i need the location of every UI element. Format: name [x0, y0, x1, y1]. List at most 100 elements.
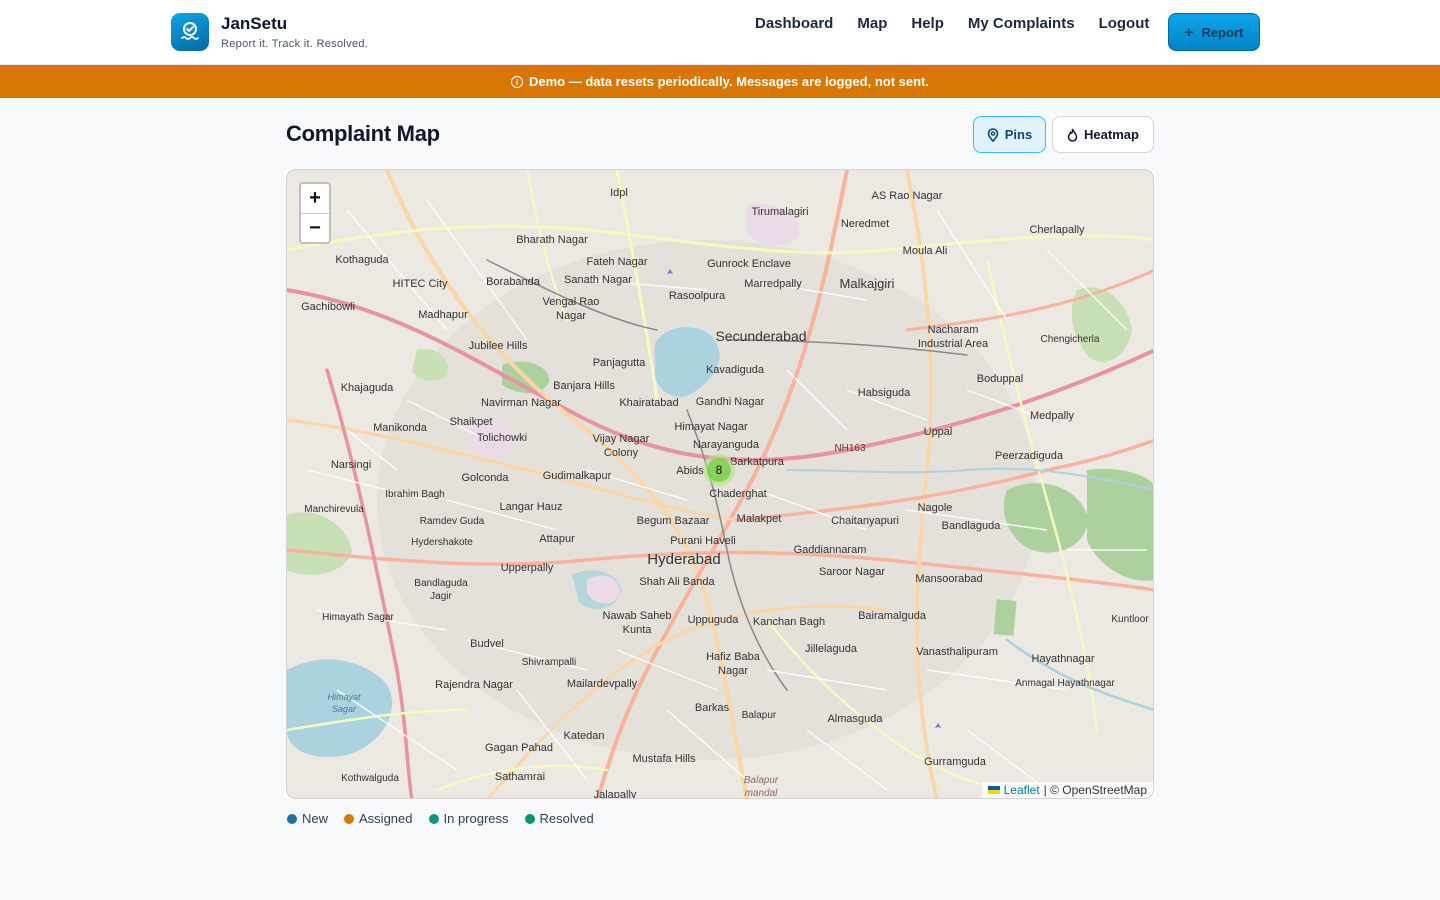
svg-text:Kuntloor: Kuntloor	[1111, 614, 1149, 625]
new-status-dot-icon	[287, 813, 297, 824]
svg-text:Khairatabad: Khairatabad	[619, 397, 678, 409]
brand-tagline: Report it. Track it. Resolved.	[221, 38, 369, 50]
svg-text:Hyderabad: Hyderabad	[647, 551, 720, 568]
svg-text:Kunta: Kunta	[623, 624, 653, 636]
info-icon: i	[511, 76, 523, 88]
svg-text:Jagir: Jagir	[430, 591, 452, 602]
svg-text:Panjagutta: Panjagutta	[593, 357, 646, 369]
svg-text:Katedan: Katedan	[564, 730, 605, 742]
svg-text:Medpally: Medpally	[1030, 410, 1075, 422]
svg-text:Bharath Nagar: Bharath Nagar	[516, 234, 588, 246]
attribution-text: | © OpenStreetMap	[1043, 783, 1147, 797]
svg-text:Uppal: Uppal	[924, 426, 953, 438]
resolved-status-dot-icon	[524, 813, 535, 824]
map-attribution: Leaflet | © OpenStreetMap	[981, 782, 1153, 798]
svg-text:Golconda: Golconda	[461, 472, 509, 484]
brand-name: JanSetu	[221, 14, 288, 33]
nav-dashboard[interactable]: Dashboard	[755, 15, 833, 33]
svg-text:Vengal Rao: Vengal Rao	[543, 296, 600, 308]
svg-text:Shaikpet: Shaikpet	[450, 416, 493, 428]
svg-text:Himayat: Himayat	[327, 692, 361, 702]
page-title: Complaint Map	[286, 121, 440, 146]
svg-text:Ibrahim Bagh: Ibrahim Bagh	[385, 489, 444, 500]
complaint-cluster-marker[interactable]: 8	[703, 454, 735, 486]
svg-text:Banjara Hills: Banjara Hills	[553, 380, 615, 392]
svg-text:AS Rao Nagar: AS Rao Nagar	[872, 190, 943, 202]
svg-text:Fateh Nagar: Fateh Nagar	[586, 256, 647, 268]
nav-my-complaints[interactable]: My Complaints	[968, 15, 1075, 33]
svg-text:Kothwalguda: Kothwalguda	[341, 773, 399, 784]
svg-text:Gudimalkapur: Gudimalkapur	[543, 470, 612, 482]
svg-text:Nagar: Nagar	[556, 310, 586, 322]
heatmap-toggle-label: Heatmap	[1084, 127, 1139, 142]
svg-text:Hayathnagar: Hayathnagar	[1032, 653, 1095, 665]
svg-text:Anmagal Hayathnagar: Anmagal Hayathnagar	[1015, 678, 1115, 689]
svg-text:Mustafa Hills: Mustafa Hills	[633, 753, 696, 765]
nav-map[interactable]: Map	[857, 15, 887, 33]
legend-label: New	[302, 811, 329, 826]
svg-text:Nagole: Nagole	[918, 502, 953, 514]
ukraine-flag-icon	[987, 786, 1000, 794]
cluster-count: 8	[707, 458, 731, 482]
svg-text:Boduppal: Boduppal	[977, 373, 1024, 385]
nav-logout[interactable]: Logout	[1099, 15, 1150, 33]
legend-item-in-progress: In progress	[428, 811, 509, 826]
map-pin-icon	[987, 127, 999, 142]
svg-text:Nacharam: Nacharam	[928, 324, 979, 336]
svg-text:Himayath Sagar: Himayath Sagar	[322, 612, 394, 623]
heatmap-toggle-button[interactable]: Heatmap	[1052, 116, 1154, 153]
brand[interactable]: JanSetu Report it. Track it. Resolved.	[171, 13, 368, 51]
svg-text:Madhapur: Madhapur	[418, 309, 468, 321]
svg-text:Purani Haveli: Purani Haveli	[670, 535, 735, 547]
svg-text:Gandhi Nagar: Gandhi Nagar	[696, 396, 765, 408]
pins-toggle-button[interactable]: Pins	[973, 116, 1046, 153]
zoom-out-button[interactable]: −	[301, 213, 329, 242]
svg-text:Marredpally: Marredpally	[744, 278, 802, 290]
assigned-status-dot-icon	[344, 813, 355, 824]
in-progress-status-dot-icon	[428, 813, 439, 824]
svg-text:Secunderabad: Secunderabad	[715, 328, 806, 344]
svg-text:Langar Hauz: Langar Hauz	[500, 501, 563, 513]
svg-text:Nawab Saheb: Nawab Saheb	[602, 610, 671, 622]
svg-text:Vanasthalipuram: Vanasthalipuram	[916, 646, 998, 658]
nav-help[interactable]: Help	[911, 15, 944, 33]
legend-item-assigned: Assigned	[344, 811, 413, 826]
svg-text:Habsiguda: Habsiguda	[858, 387, 911, 399]
svg-text:Gurramguda: Gurramguda	[924, 756, 987, 768]
svg-text:Bandlaguda: Bandlaguda	[414, 578, 468, 589]
zoom-control: + −	[299, 182, 331, 244]
svg-text:Upperpally: Upperpally	[501, 562, 554, 574]
svg-text:Barkatpura: Barkatpura	[730, 456, 785, 468]
flame-icon	[1067, 128, 1078, 142]
svg-text:Chengicherla: Chengicherla	[1041, 334, 1100, 345]
svg-text:Attapur: Attapur	[539, 533, 575, 545]
svg-text:Kavadiguda: Kavadiguda	[706, 364, 765, 376]
svg-text:Sathamrai: Sathamrai	[495, 771, 545, 783]
svg-text:Narayanguda: Narayanguda	[693, 439, 760, 451]
svg-text:Chaitanyapuri: Chaitanyapuri	[831, 515, 899, 527]
svg-text:Almasguda: Almasguda	[827, 713, 883, 725]
svg-text:Jalapally: Jalapally	[594, 789, 637, 799]
zoom-in-button[interactable]: +	[301, 184, 329, 213]
svg-text:Chaderghat: Chaderghat	[709, 488, 767, 500]
demo-banner-text: Demo — data resets periodically. Message…	[529, 74, 929, 89]
svg-text:Balapur: Balapur	[742, 710, 777, 721]
svg-text:Kanchan Bagh: Kanchan Bagh	[753, 616, 825, 628]
svg-text:Tolichowki: Tolichowki	[477, 432, 527, 444]
svg-text:Gachibowli: Gachibowli	[301, 301, 355, 313]
demo-banner: i Demo — data resets periodically. Messa…	[0, 65, 1440, 98]
leaflet-link[interactable]: Leaflet	[1004, 783, 1040, 797]
svg-text:Gunrock Enclave: Gunrock Enclave	[707, 258, 791, 270]
complaint-map[interactable]: Idpl Tirumalagiri AS Rao Nagar Neredmet …	[286, 169, 1154, 799]
svg-text:Colony: Colony	[604, 447, 639, 459]
legend-label: Resolved	[539, 811, 594, 826]
svg-text:Malkajgiri: Malkajgiri	[840, 276, 895, 291]
svg-text:Borabanda: Borabanda	[486, 276, 541, 288]
svg-text:Begum Bazaar: Begum Bazaar	[637, 515, 710, 527]
svg-text:Uppuguda: Uppuguda	[688, 614, 740, 626]
report-button[interactable]: + Report	[1168, 13, 1260, 51]
legend-label: Assigned	[359, 811, 413, 826]
svg-text:Manchirevula: Manchirevula	[304, 504, 364, 515]
top-header: JanSetu Report it. Track it. Resolved. D…	[0, 0, 1440, 65]
svg-text:Mansoorabad: Mansoorabad	[915, 573, 982, 585]
